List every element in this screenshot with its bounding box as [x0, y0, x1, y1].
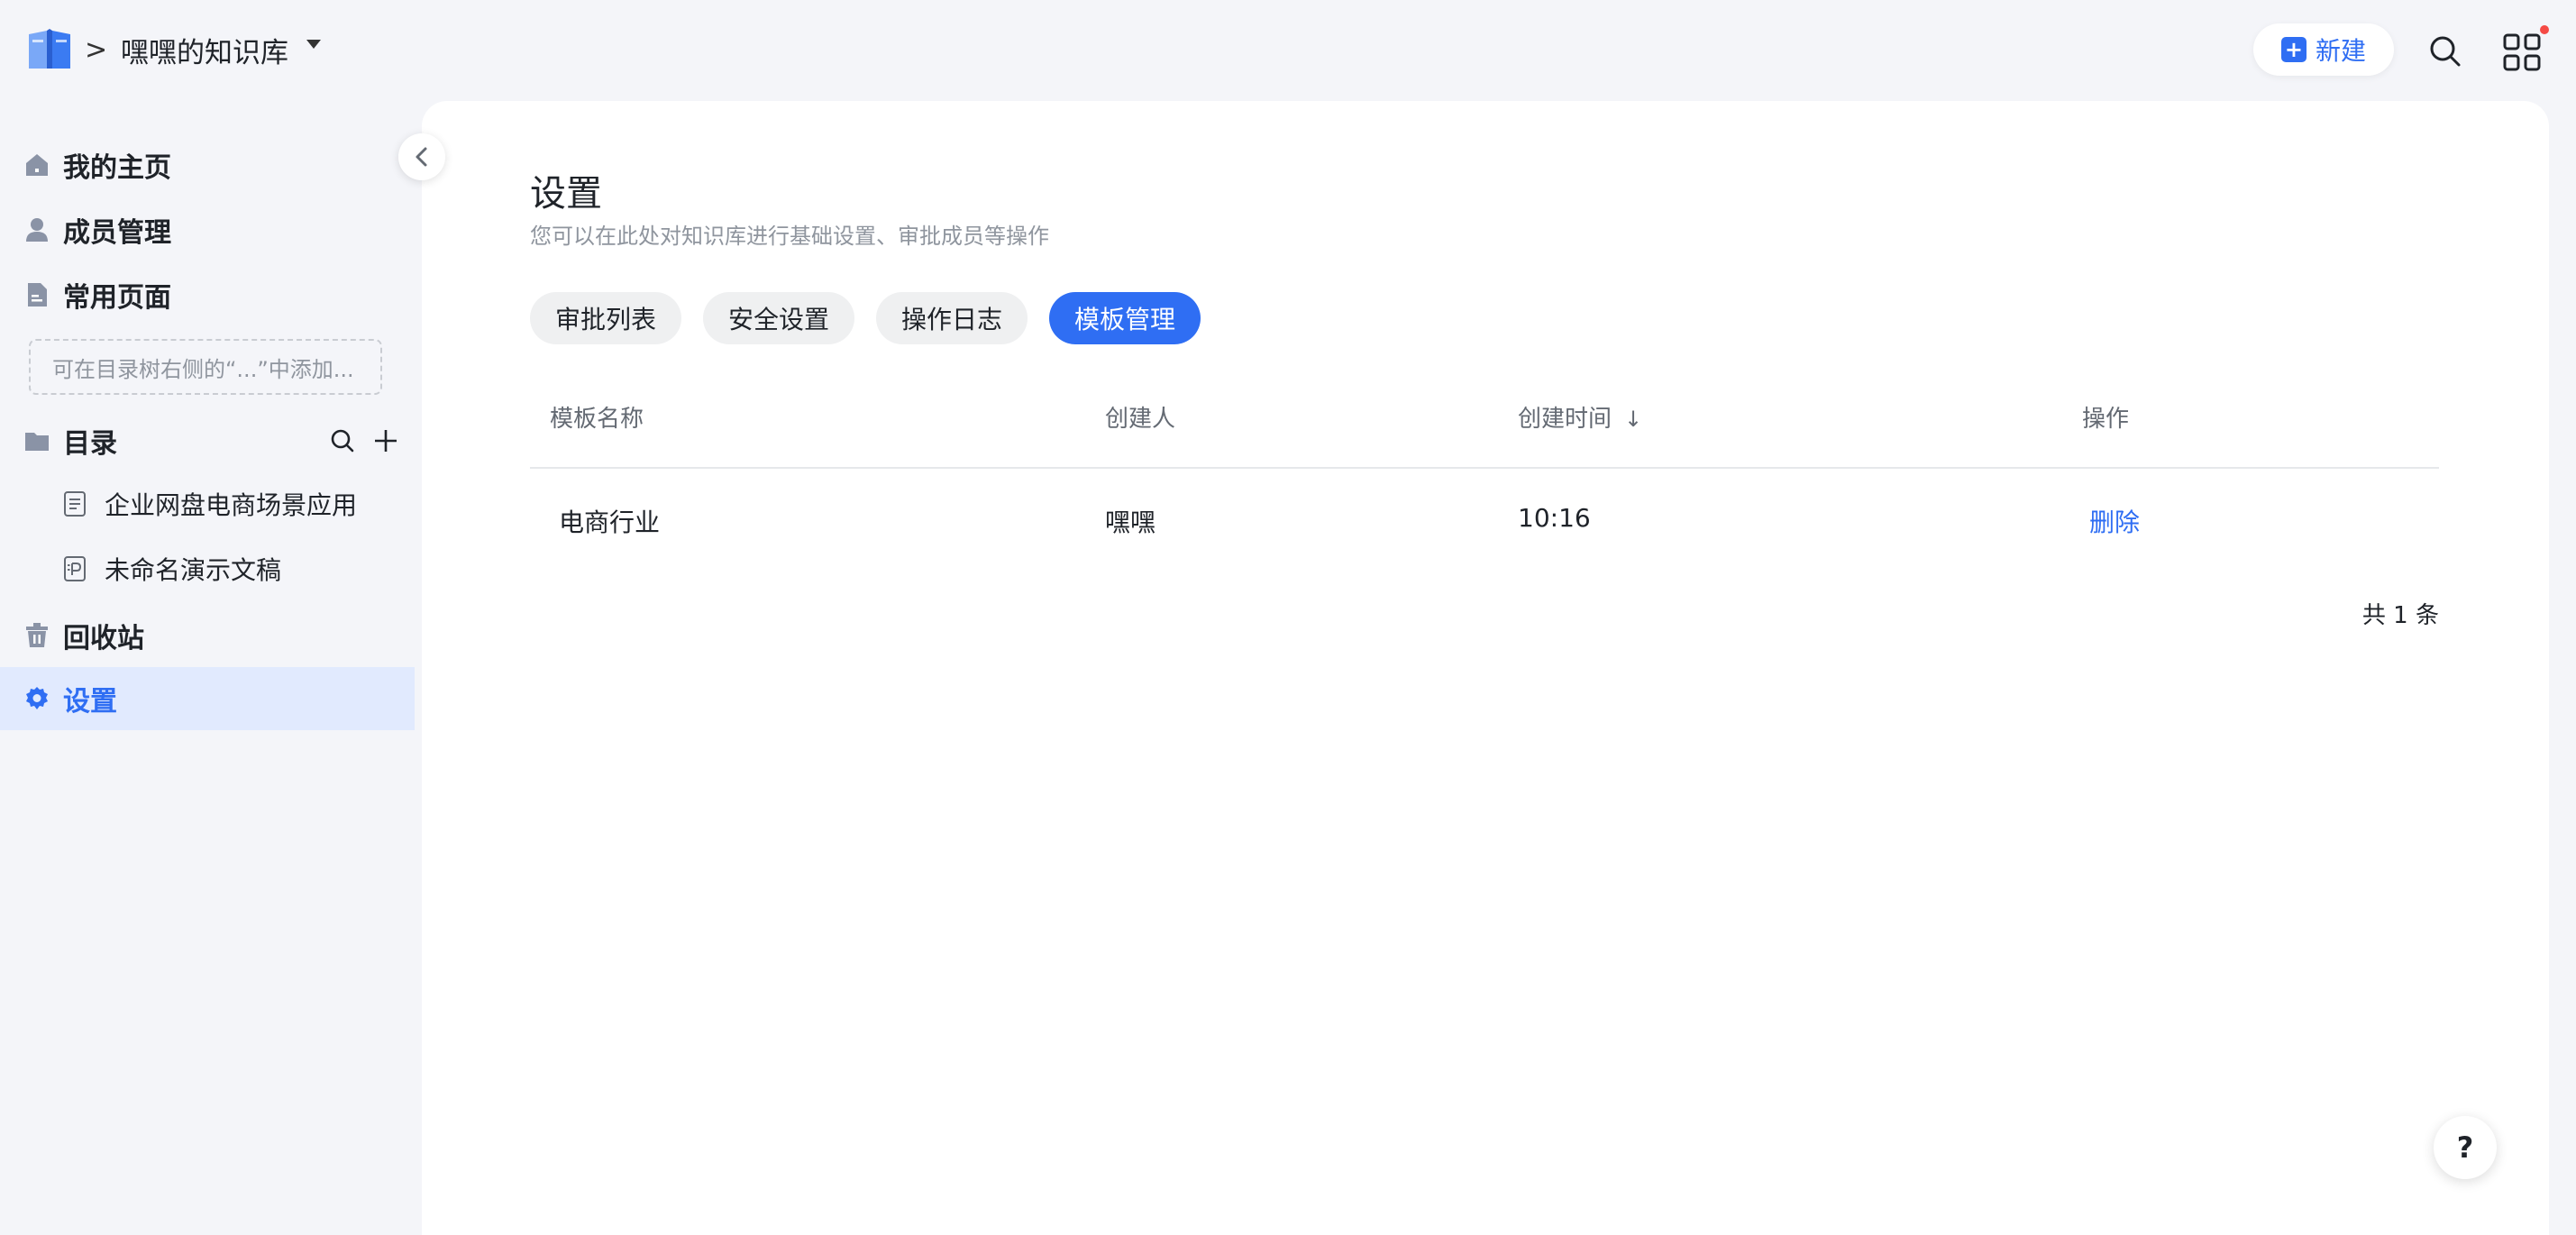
- sidebar-item-label: 目录: [63, 428, 117, 460]
- tree-item-label: 未命名演示文稿: [105, 555, 282, 585]
- tab-security-settings[interactable]: 安全设置: [703, 292, 855, 344]
- page-icon: [28, 283, 47, 306]
- cell-created-time: 10:16: [1518, 503, 1591, 533]
- settings-tabs: 审批列表 安全设置 操作日志 模板管理: [530, 292, 1201, 344]
- column-header-actions: 操作: [2082, 406, 2130, 433]
- knowledge-base-title[interactable]: 嘿嘿的知识库: [121, 30, 288, 70]
- top-bar: > 嘿嘿的知识库 + 新建: [0, 0, 2576, 99]
- sidebar-item-label: 我的主页: [63, 152, 171, 184]
- directory-search-icon[interactable]: [331, 429, 354, 453]
- tab-approval-list[interactable]: 审批列表: [530, 292, 682, 344]
- sidebar-item-label: 常用页面: [63, 282, 171, 314]
- cell-template-name: 电商行业: [559, 508, 661, 537]
- breadcrumb-separator: >: [85, 34, 108, 66]
- folder-icon: [25, 433, 49, 451]
- sidebar: 我的主页 成员管理 常用页面 可在目录树右侧的“...”中添加... 目录 企业…: [0, 99, 415, 1235]
- sort-desc-icon[interactable]: ↓: [1624, 407, 1642, 432]
- directory-add-icon[interactable]: [375, 430, 397, 452]
- total-count: 共 1 条: [2361, 602, 2439, 629]
- presentation-icon: [64, 556, 86, 581]
- sidebar-item-settings[interactable]: 设置: [0, 667, 415, 730]
- column-header-creator: 创建人: [1105, 406, 1176, 433]
- collapse-sidebar-button[interactable]: [398, 133, 445, 180]
- doc-icon: [64, 491, 86, 517]
- help-button[interactable]: ?: [2434, 1116, 2497, 1179]
- gear-icon: [26, 687, 48, 709]
- tree-item-document[interactable]: 企业网盘电商场景应用: [0, 474, 415, 534]
- tab-operation-log[interactable]: 操作日志: [876, 292, 1028, 344]
- sidebar-item-label: 成员管理: [63, 217, 171, 249]
- book-logo-icon[interactable]: [25, 27, 74, 72]
- search-icon[interactable]: [2426, 32, 2462, 69]
- table-header: 模板名称 创建人 创建时间 ↓ 操作: [530, 368, 2439, 469]
- sidebar-item-common-pages[interactable]: 常用页面: [0, 263, 415, 326]
- tab-template-management[interactable]: 模板管理: [1049, 292, 1201, 344]
- tree-item-label: 企业网盘电商场景应用: [105, 490, 358, 520]
- directory-actions: [331, 429, 397, 453]
- new-button-label: 新建: [2315, 36, 2366, 66]
- member-icon: [26, 218, 48, 242]
- sidebar-item-label: 回收站: [63, 623, 144, 654]
- sidebar-item-label: 设置: [63, 686, 117, 718]
- main-panel: 设置 您可以在此处对知识库进行基础设置、审批成员等操作 审批列表 安全设置 操作…: [422, 101, 2549, 1235]
- column-header-created-time[interactable]: 创建时间 ↓: [1518, 400, 1642, 434]
- caret-down-icon[interactable]: [306, 40, 321, 49]
- template-table: 模板名称 创建人 创建时间 ↓ 操作 电商行业 嘿嘿 10:16 删除: [530, 368, 2439, 570]
- page-subtitle: 您可以在此处对知识库进行基础设置、审批成员等操作: [530, 224, 1049, 249]
- sidebar-item-members[interactable]: 成员管理: [0, 198, 415, 261]
- column-header-name: 模板名称: [550, 406, 644, 433]
- common-pages-hint: 可在目录树右侧的“...”中添加...: [29, 339, 382, 395]
- apps-grid-icon[interactable]: [2502, 32, 2542, 72]
- delete-link[interactable]: 删除: [2089, 503, 2140, 539]
- trash-icon: [26, 623, 48, 647]
- plus-icon: +: [2280, 37, 2307, 62]
- tree-item-presentation[interactable]: 未命名演示文稿: [0, 539, 415, 599]
- table-row: 电商行业 嘿嘿 10:16 删除: [530, 469, 2439, 570]
- column-header-created-time-label: 创建时间: [1518, 406, 1612, 433]
- cell-creator: 嘿嘿: [1105, 508, 1156, 537]
- page-title: 设置: [530, 173, 602, 215]
- sidebar-item-recycle[interactable]: 回收站: [0, 604, 415, 667]
- notification-dot: [2540, 25, 2549, 34]
- new-button[interactable]: + 新建: [2253, 23, 2394, 76]
- sidebar-item-home[interactable]: 我的主页: [0, 133, 415, 197]
- home-icon: [26, 154, 48, 176]
